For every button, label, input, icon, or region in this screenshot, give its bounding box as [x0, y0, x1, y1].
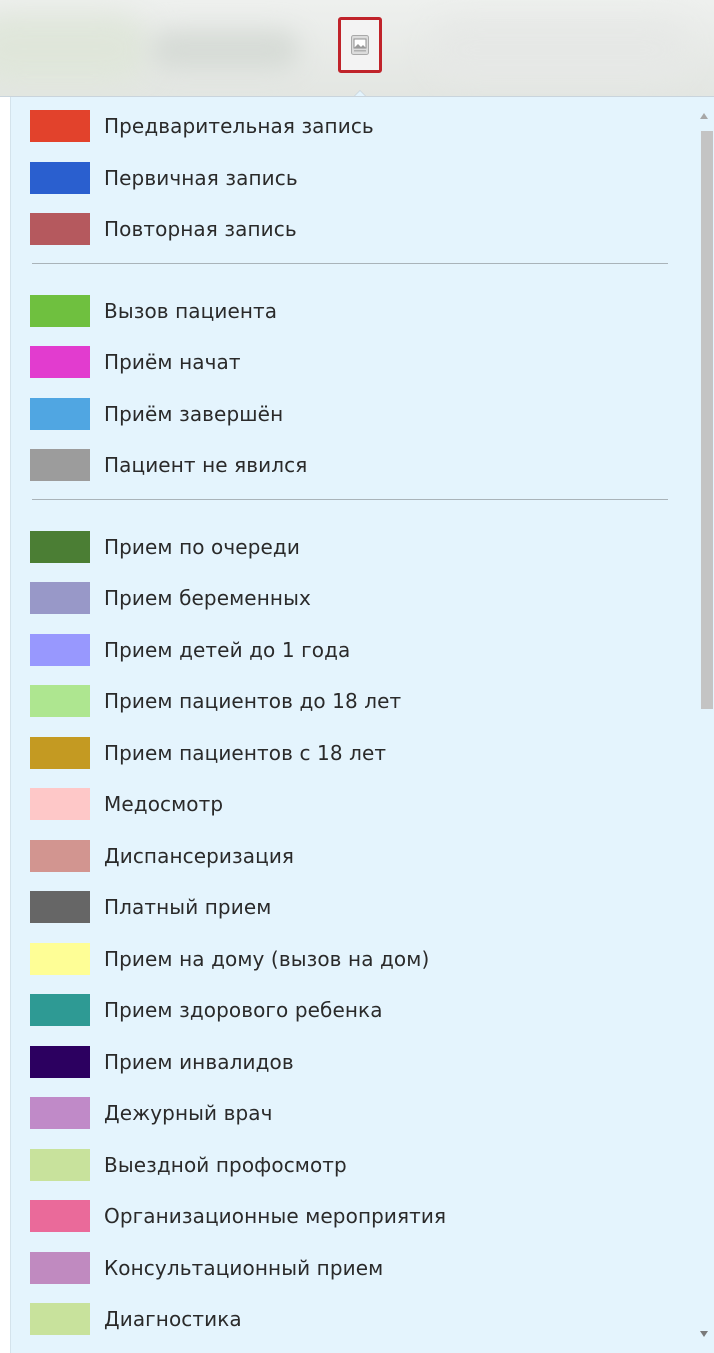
legend-label: Предварительная запись	[104, 114, 374, 138]
legend-label: Приём начат	[104, 350, 241, 374]
legend-swatch	[30, 943, 90, 975]
legend-label: Прием на дому (вызов на дом)	[104, 947, 430, 971]
legend-swatch	[30, 891, 90, 923]
legend-divider	[32, 263, 668, 264]
legend-swatch	[30, 1200, 90, 1232]
legend-divider	[32, 499, 668, 500]
legend-swatch	[30, 840, 90, 872]
legend-label: Медосмотр	[104, 792, 224, 816]
legend-swatch	[30, 685, 90, 717]
legend-toggle-button[interactable]	[338, 17, 382, 73]
legend-item: Предварительная запись	[30, 104, 670, 148]
legend-label: Повторная запись	[104, 217, 297, 241]
scrollbar[interactable]	[693, 97, 714, 1353]
legend-label: Пациент не явился	[104, 453, 308, 477]
legend-item: Вызов пациента	[30, 289, 670, 333]
toolbar	[0, 0, 714, 97]
popover-pointer	[353, 90, 367, 96]
scroll-down-arrow-icon[interactable]	[700, 1331, 708, 1337]
legend-swatch	[30, 531, 90, 563]
legend-swatch	[30, 449, 90, 481]
blurred-background	[0, 14, 150, 84]
legend-swatch	[30, 295, 90, 327]
legend-label: Прием инвалидов	[104, 1050, 294, 1074]
legend-item: Дежурный врач	[30, 1091, 670, 1135]
legend-swatch	[30, 1149, 90, 1181]
picture-icon	[351, 35, 369, 55]
legend-label: Дежурный врач	[104, 1101, 273, 1125]
legend-item: Первичная запись	[30, 156, 670, 200]
legend-swatch	[30, 1097, 90, 1129]
legend-item: Медосмотр	[30, 782, 670, 826]
legend-label: Вызов пациента	[104, 299, 278, 323]
legend-swatch	[30, 213, 90, 245]
legend-item: Выездной профосмотр	[30, 1143, 670, 1187]
legend-label: Диспансеризация	[104, 844, 295, 868]
legend-label: Первичная запись	[104, 166, 298, 190]
legend-swatch	[30, 1252, 90, 1284]
legend-swatch	[30, 1303, 90, 1335]
legend-panel: Предварительная запись Первичная запись По…	[10, 97, 714, 1353]
legend-item: Прием пациентов с 18 лет	[30, 731, 670, 775]
legend-label: Консультационный прием	[104, 1256, 384, 1280]
legend-item: Диспансеризация	[30, 834, 670, 878]
scroll-up-arrow-icon[interactable]	[700, 113, 708, 119]
legend-item: Приём начат	[30, 340, 670, 384]
legend-item: Диагностика	[30, 1297, 670, 1341]
legend-swatch	[30, 582, 90, 614]
legend-label: Прием здорового ребенка	[104, 998, 383, 1022]
legend-label: Диагностика	[104, 1307, 242, 1331]
legend-item: Организационные мероприятия	[30, 1194, 670, 1238]
legend-item: Прием пациентов до 18 лет	[30, 679, 670, 723]
legend-swatch	[30, 634, 90, 666]
legend-swatch	[30, 994, 90, 1026]
legend-item: Платный прием	[30, 885, 670, 929]
legend-item: Телемедицинская консультация	[30, 1349, 670, 1353]
legend-swatch	[30, 162, 90, 194]
legend-item: Прием беременных	[30, 576, 670, 620]
legend-label: Платный прием	[104, 895, 272, 919]
legend-label: Прием пациентов до 18 лет	[104, 689, 402, 713]
legend-swatch	[30, 398, 90, 430]
legend-item: Пациент не явился	[30, 443, 670, 487]
legend-label: Прием по очереди	[104, 535, 300, 559]
legend-item: Прием здорового ребенка	[30, 988, 670, 1032]
legend-item: Приём завершён	[30, 392, 670, 436]
legend-item: Прием по очереди	[30, 525, 670, 569]
legend-label: Прием беременных	[104, 586, 311, 610]
legend-item: Повторная запись	[30, 207, 670, 251]
legend-item: Прием инвалидов	[30, 1040, 670, 1084]
legend-item: Прием на дому (вызов на дом)	[30, 937, 670, 981]
legend-item: Консультационный прием	[30, 1246, 670, 1290]
legend-item: Прием детей до 1 года	[30, 628, 670, 672]
legend-swatch	[30, 346, 90, 378]
legend-swatch	[30, 737, 90, 769]
legend-swatch	[30, 1046, 90, 1078]
legend-label: Выездной профосмотр	[104, 1153, 347, 1177]
scroll-thumb[interactable]	[701, 131, 713, 709]
legend-swatch	[30, 110, 90, 142]
legend-label: Приём завершён	[104, 402, 284, 426]
blurred-background	[430, 20, 690, 80]
legend-label: Организационные мероприятия	[104, 1204, 447, 1228]
legend-swatch	[30, 788, 90, 820]
blurred-background	[150, 30, 300, 70]
legend-label: Прием детей до 1 года	[104, 638, 351, 662]
legend-label: Прием пациентов с 18 лет	[104, 741, 387, 765]
